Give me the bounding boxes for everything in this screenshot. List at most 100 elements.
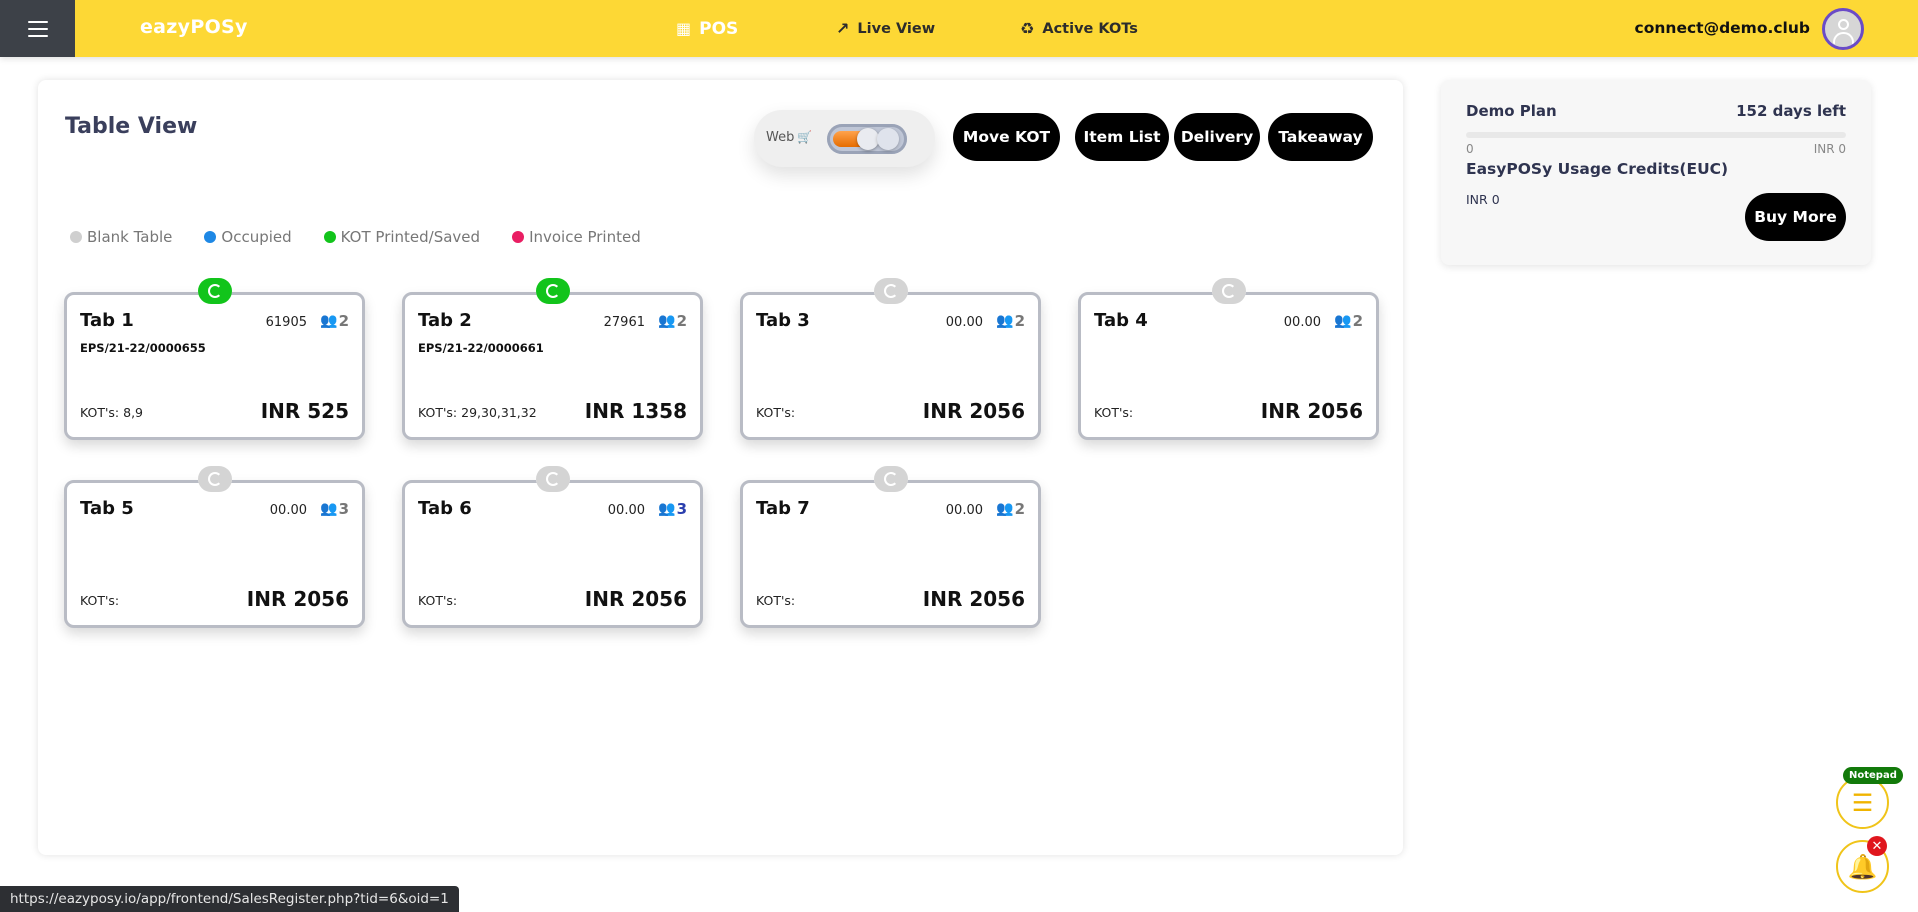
table-name: Tab 2 [418, 310, 472, 331]
kitchen-icon: ♻ [1020, 19, 1035, 38]
table-total: INR 2056 [922, 587, 1025, 611]
table-status-badge [1212, 277, 1246, 305]
web-toggle-label: Web 🛒 [766, 130, 813, 145]
table-amount: 00.00 [269, 503, 307, 518]
trend-up-icon: ↗ [836, 19, 850, 38]
legend-occupied: Occupied [204, 228, 292, 246]
menu-button[interactable] [0, 0, 75, 57]
link-status-bar: https://eazyposy.io/app/frontend/SalesRe… [0, 886, 459, 912]
table-invoice: EPS/21-22/0000661 [418, 341, 544, 355]
refresh-icon [884, 472, 898, 486]
refresh-icon [546, 472, 560, 486]
table-card-tab-2[interactable]: Tab 2 27961 👥 2 EPS/21-22/0000661 KOT's: … [402, 277, 703, 440]
table-amount: 00.00 [945, 503, 983, 518]
table-status-badge [536, 465, 570, 493]
usage-bar-end: INR 0 [1813, 142, 1846, 156]
buy-more-button[interactable]: Buy More [1745, 193, 1846, 241]
nav-live-view-label: Live View [857, 20, 936, 37]
table-name: Tab 4 [1094, 310, 1148, 331]
table-amount: 00.00 [1283, 315, 1321, 330]
table-kots: KOT's: [418, 593, 458, 608]
table-name: Tab 7 [756, 498, 810, 519]
item-list-button[interactable]: Item List [1075, 113, 1169, 161]
table-status-badge [536, 277, 570, 305]
table-total: INR 525 [260, 399, 349, 423]
avatar[interactable] [1822, 8, 1864, 50]
table-people: 👥 3 [658, 500, 687, 518]
status-legend: Blank Table Occupied KOT Printed/Saved I… [70, 228, 673, 246]
refresh-icon [208, 284, 222, 298]
table-people: 👥 2 [996, 500, 1025, 518]
table-people: 👥 3 [320, 500, 349, 518]
avatar-body-icon [1833, 32, 1854, 44]
bell-icon: 🔔 [1847, 852, 1878, 881]
nav-active-kots-label: Active KOTs [1042, 20, 1138, 37]
cart-icon: 🛒 [797, 130, 813, 144]
plan-name: Demo Plan [1466, 102, 1557, 120]
people-icon: 👥 [1334, 313, 1352, 329]
refresh-icon [884, 284, 898, 298]
plan-card: Demo Plan 152 days left 0 INR 0 EasyPOSy… [1441, 80, 1871, 265]
table-people: 👥 2 [996, 312, 1025, 330]
table-invoice: EPS/21-22/0000655 [80, 341, 206, 355]
web-toggle-container: Web 🛒 [754, 110, 935, 167]
usage-bar-start: 0 [1466, 142, 1474, 156]
top-navbar: eazyPOSy ▦ POS ↗ Live View ♻ Active KOTs… [0, 0, 1918, 57]
user-email[interactable]: connect@demo.club [1635, 19, 1810, 37]
table-name: Tab 3 [756, 310, 810, 331]
table-card-tab-5[interactable]: Tab 5 00.00 👥 3 KOT's: INR 2056 [64, 465, 365, 628]
nav-pos-label: POS [699, 18, 739, 39]
checklist-icon: ☰ [1851, 788, 1874, 817]
legend-dot [70, 231, 82, 243]
table-people: 👥 2 [1334, 312, 1363, 330]
table-card-tab-3[interactable]: Tab 3 00.00 👥 2 KOT's: INR 2056 [740, 277, 1041, 440]
avatar-head-icon [1838, 19, 1849, 30]
legend-dot [323, 231, 336, 243]
web-toggle-switch[interactable] [827, 124, 907, 154]
nav-pos[interactable]: ▦ POS [676, 0, 738, 57]
table-card-tab-1[interactable]: Tab 1 61905 👥 2 EPS/21-22/0000655 KOT's: … [64, 277, 365, 440]
toggle-knob [857, 128, 879, 150]
people-icon: 👥 [320, 501, 338, 517]
table-total: INR 2056 [1260, 399, 1363, 423]
legend-kot-printed: KOT Printed/Saved [323, 228, 480, 246]
usage-progress-bar [1466, 132, 1846, 138]
table-total: INR 2056 [584, 587, 687, 611]
refresh-icon [1222, 284, 1236, 298]
toggle-knob-secondary [877, 128, 899, 150]
people-icon: 👥 [658, 313, 676, 329]
table-people: 👥 2 [658, 312, 687, 330]
table-status-badge [874, 277, 908, 305]
close-icon[interactable]: ✕ [1867, 836, 1887, 856]
table-status-badge [874, 465, 908, 493]
table-total: INR 1358 [584, 399, 687, 423]
refresh-icon [208, 472, 222, 486]
table-kots: KOT's: [756, 405, 796, 420]
table-amount: 00.00 [607, 503, 645, 518]
table-name: Tab 5 [80, 498, 134, 519]
euc-title: EasyPOSy Usage Credits(EUC) [1466, 160, 1729, 178]
legend-dot [512, 231, 525, 243]
table-card-tab-7[interactable]: Tab 7 00.00 👥 2 KOT's: INR 2056 [740, 465, 1041, 628]
table-name: Tab 1 [80, 310, 134, 331]
delivery-button[interactable]: Delivery [1174, 113, 1260, 161]
takeaway-button[interactable]: Takeaway [1268, 113, 1373, 161]
table-status-badge [198, 277, 232, 305]
table-view-panel: Table View Web 🛒 Move KOT Item List Deliv… [38, 80, 1403, 855]
euc-credits: INR 0 [1466, 192, 1500, 207]
table-status-badge [198, 465, 232, 493]
table-kots: KOT's: [80, 593, 120, 608]
nav-live-view[interactable]: ↗ Live View [836, 0, 935, 57]
table-total: INR 2056 [246, 587, 349, 611]
table-amount: 61905 [265, 315, 307, 330]
page-title: Table View [65, 114, 198, 139]
table-total: INR 2056 [922, 399, 1025, 423]
table-card-tab-4[interactable]: Tab 4 00.00 👥 2 KOT's: INR 2056 [1078, 277, 1379, 440]
table-card-tab-6[interactable]: Tab 6 00.00 👥 3 KOT's: INR 2056 [402, 465, 703, 628]
logo[interactable]: eazyPOSy [140, 16, 248, 38]
move-kot-button[interactable]: Move KOT [953, 113, 1060, 161]
table-kots: KOT's: 29,30,31,32 [418, 405, 537, 420]
nav-active-kots[interactable]: ♻ Active KOTs [1020, 0, 1138, 57]
legend-dot [204, 231, 217, 243]
notepad-label: Notepad [1843, 767, 1903, 784]
